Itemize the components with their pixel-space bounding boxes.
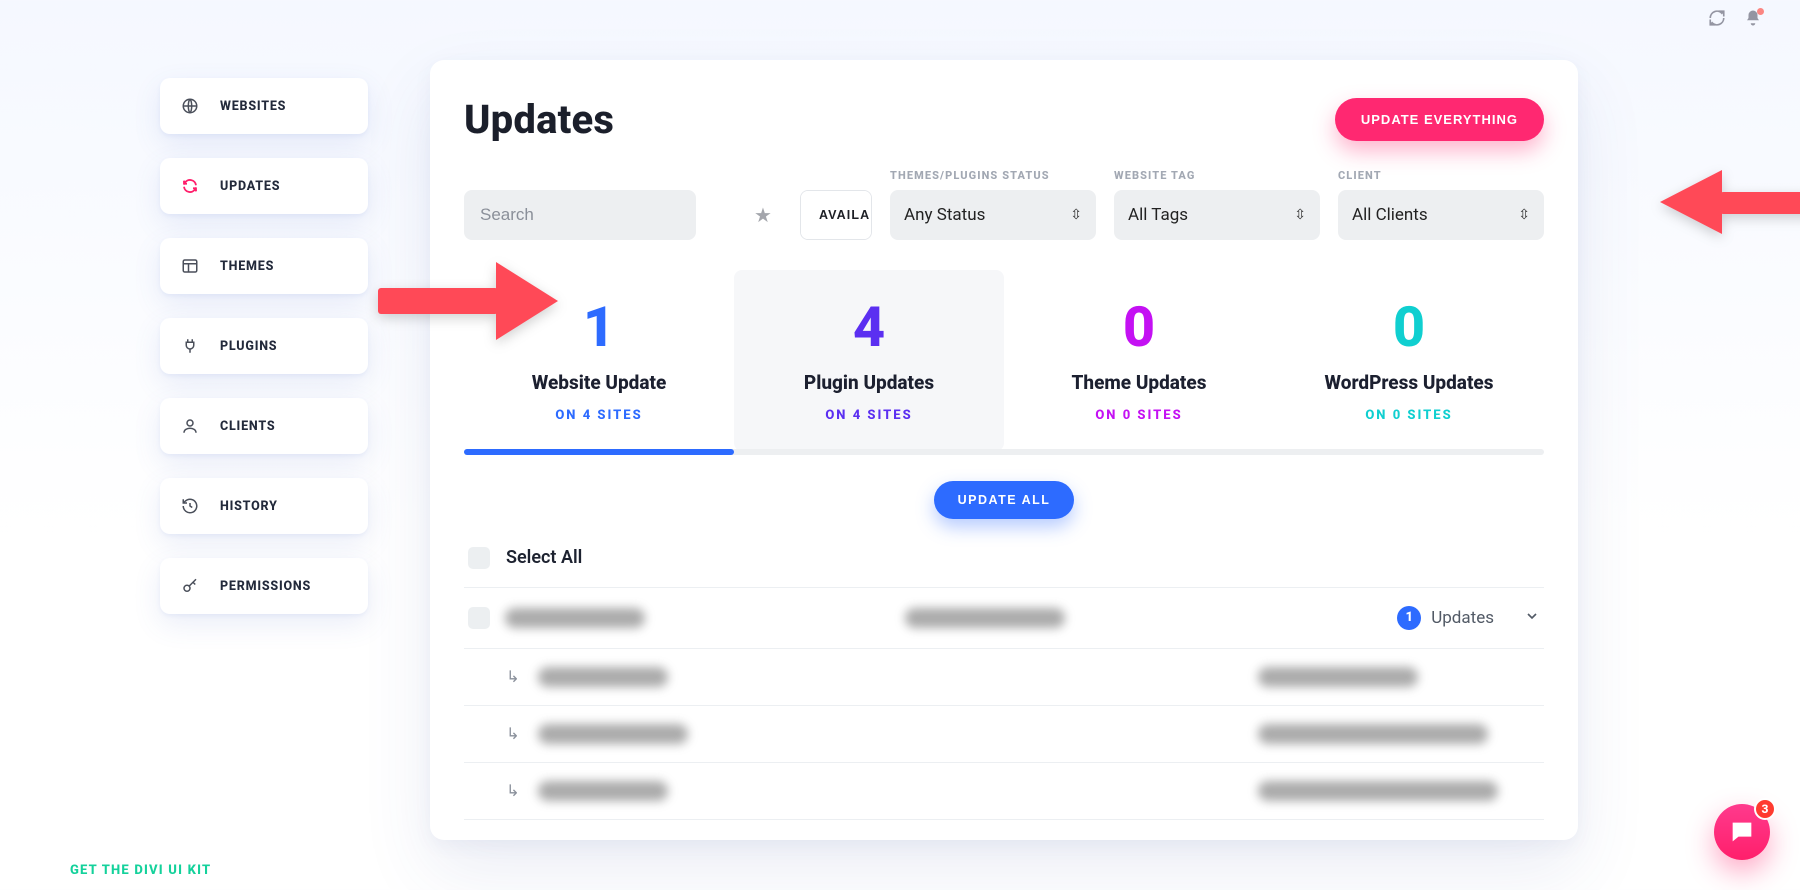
select-value: All Clients (1352, 205, 1428, 225)
sidebar-item-history[interactable]: HISTORY (160, 478, 368, 534)
status-select[interactable]: Any Status ⇳ (890, 190, 1096, 240)
sidebar-item-updates[interactable]: UPDATES (160, 158, 368, 214)
notification-dot (1757, 8, 1764, 15)
favorites-filter-star-icon[interactable]: ★ (754, 190, 772, 240)
sidebar-item-websites[interactable]: WEBSITES (160, 78, 368, 134)
search-input[interactable] (464, 190, 696, 240)
update-subrow[interactable]: ↳ (464, 705, 1544, 762)
redacted-text (1258, 781, 1498, 801)
segment-available[interactable]: AVAILABLE (801, 191, 872, 239)
page-title: Updates (464, 96, 614, 143)
redacted-text (538, 781, 668, 801)
sidebar-item-label: WEBSITES (220, 99, 286, 114)
stat-sub: ON 0 SITES (1014, 408, 1264, 423)
tag-select[interactable]: All Tags ⇳ (1114, 190, 1320, 240)
redacted-text (1258, 667, 1418, 687)
client-select-label: CLIENT (1338, 169, 1544, 182)
chevron-updown-icon: ⇳ (1518, 208, 1530, 222)
redacted-text (538, 724, 688, 744)
chat-fab[interactable]: 3 (1714, 804, 1770, 860)
sidebar-item-permissions[interactable]: PERMISSIONS (160, 558, 368, 614)
subrow-indent-icon: ↳ (498, 724, 528, 743)
sidebar: WEBSITES UPDATES THEMES PLUGINS CLIENTS … (160, 78, 368, 614)
redacted-text (538, 667, 668, 687)
subrow-indent-icon: ↳ (498, 667, 528, 686)
select-all-label: Select All (506, 547, 582, 568)
stat-wordpress-updates[interactable]: 0 WordPress Updates ON 0 SITES (1274, 270, 1544, 451)
chat-badge: 3 (1754, 798, 1776, 820)
stat-label: Theme Updates (1014, 371, 1264, 394)
sidebar-item-label: PLUGINS (220, 339, 277, 354)
stat-count: 0 (1014, 298, 1264, 357)
update-all-button[interactable]: UPDATE ALL (934, 481, 1075, 519)
stat-count: 1 (474, 298, 724, 357)
stat-plugin-updates[interactable]: 4 Plugin Updates ON 4 SITES (734, 270, 1004, 451)
sidebar-item-label: HISTORY (220, 499, 278, 514)
history-icon (180, 497, 200, 515)
stat-website-updates[interactable]: 1 Website Update ON 4 SITES (464, 270, 734, 451)
promo-link[interactable]: GET THE DIVI UI KIT (70, 863, 211, 878)
updates-count-badge: 1 (1397, 606, 1421, 630)
sidebar-item-label: CLIENTS (220, 419, 275, 434)
sidebar-item-label: UPDATES (220, 179, 280, 194)
stat-theme-updates[interactable]: 0 Theme Updates ON 0 SITES (1004, 270, 1274, 451)
availability-toggle: AVAILABLE IGNORED (800, 190, 872, 240)
sidebar-item-themes[interactable]: THEMES (160, 238, 368, 294)
annotation-arrow (1660, 170, 1800, 234)
select-value: Any Status (904, 205, 985, 225)
stat-label: Plugin Updates (744, 371, 994, 394)
sidebar-item-label: THEMES (220, 259, 274, 274)
user-icon (180, 417, 200, 435)
chevron-updown-icon: ⇳ (1070, 208, 1082, 222)
select-value: All Tags (1128, 205, 1188, 225)
chevron-down-icon[interactable] (1524, 608, 1540, 628)
sidebar-item-clients[interactable]: CLIENTS (160, 398, 368, 454)
update-subrow[interactable]: ↳ (464, 762, 1544, 820)
stat-sub: ON 4 SITES (744, 408, 994, 423)
select-all-checkbox[interactable] (468, 547, 490, 569)
stat-label: Website Update (474, 371, 724, 394)
stat-count: 4 (744, 298, 994, 357)
stat-label: WordPress Updates (1284, 371, 1534, 394)
key-icon (180, 577, 200, 595)
tab-indicator (464, 449, 734, 455)
redacted-text (905, 608, 1065, 628)
sidebar-item-plugins[interactable]: PLUGINS (160, 318, 368, 374)
update-subrow[interactable]: ↳ (464, 648, 1544, 705)
client-select[interactable]: All Clients ⇳ (1338, 190, 1544, 240)
redacted-text (505, 608, 645, 628)
stat-sub: ON 4 SITES (474, 408, 724, 423)
layout-icon (180, 257, 200, 275)
stats-tabs: 1 Website Update ON 4 SITES 4 Plugin Upd… (464, 270, 1544, 451)
tab-indicator-rail (464, 449, 1544, 455)
sync-icon (180, 177, 200, 195)
website-row[interactable]: 1 Updates (464, 587, 1544, 648)
updates-label: Updates (1431, 608, 1494, 628)
sidebar-item-label: PERMISSIONS (220, 579, 311, 594)
notifications-bell-icon[interactable] (1744, 9, 1762, 31)
plug-icon (180, 337, 200, 355)
row-checkbox[interactable] (468, 607, 490, 629)
subrow-indent-icon: ↳ (498, 781, 528, 800)
chevron-updown-icon: ⇳ (1294, 208, 1306, 222)
main-panel: Updates UPDATE EVERYTHING ★ AVAILABLE IG… (430, 60, 1578, 840)
stat-sub: ON 0 SITES (1284, 408, 1534, 423)
refresh-icon[interactable] (1708, 9, 1726, 31)
status-select-label: THEMES/PLUGINS STATUS (890, 169, 1096, 182)
stat-count: 0 (1284, 298, 1534, 357)
globe-icon (180, 97, 200, 115)
update-everything-button[interactable]: UPDATE EVERYTHING (1335, 98, 1544, 141)
redacted-text (1258, 724, 1488, 744)
tag-select-label: WEBSITE TAG (1114, 169, 1320, 182)
